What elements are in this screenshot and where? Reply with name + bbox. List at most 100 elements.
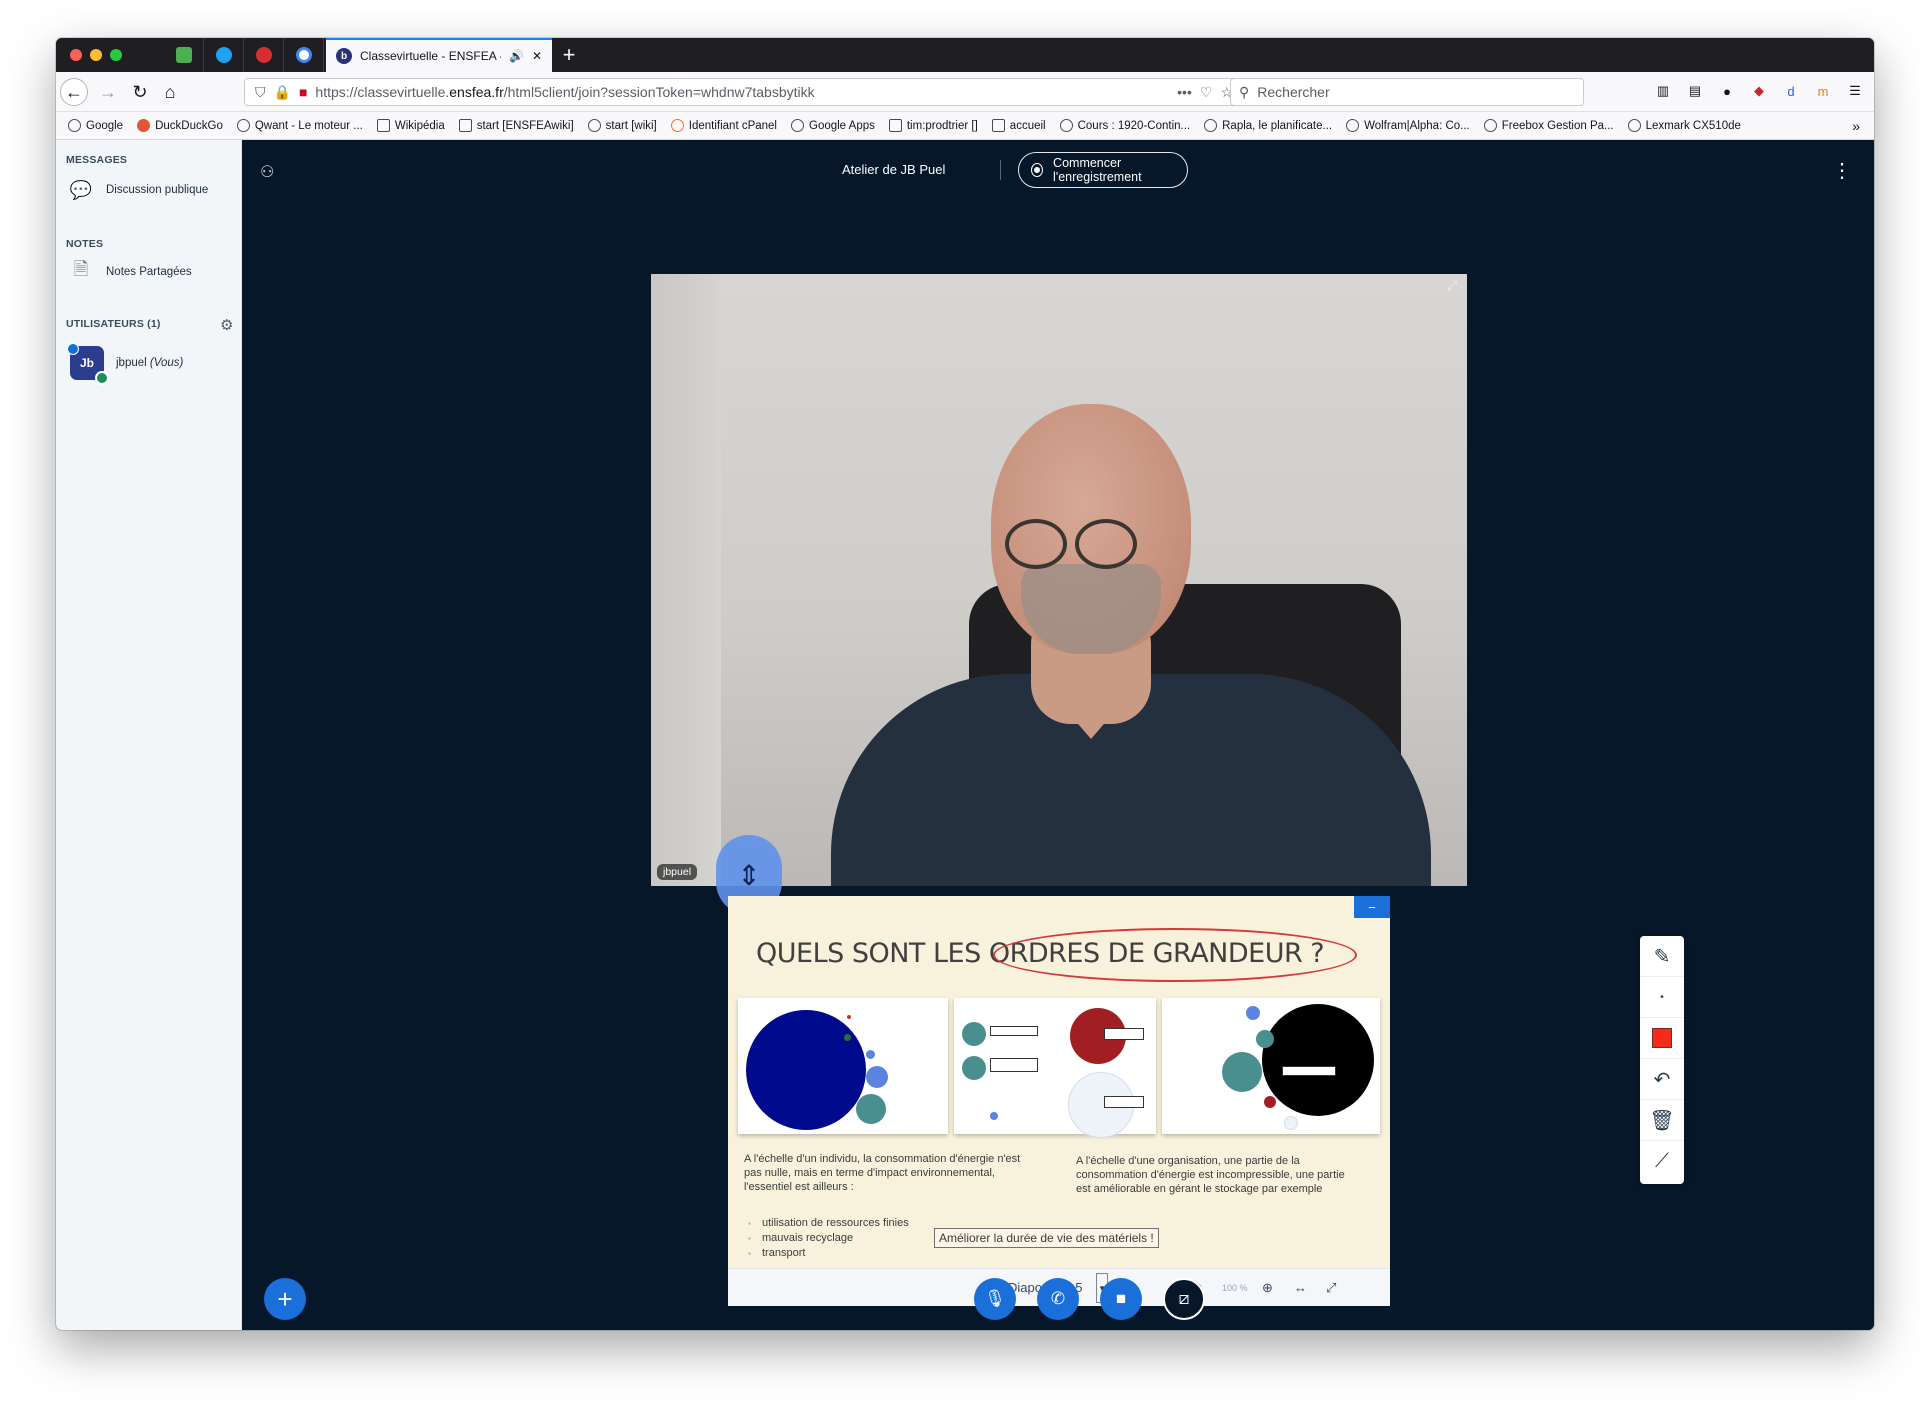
presenter-badge-icon	[67, 343, 79, 355]
bookmark-prodtrier[interactable]: tim:prodtrier []	[888, 119, 978, 132]
bullet-item: mauvais recyclage	[748, 1231, 909, 1246]
globe-icon	[1483, 119, 1497, 132]
search-bar[interactable]: ⚲ Rechercher	[1230, 78, 1584, 106]
screen-share-icon: ⧄	[1178, 1289, 1190, 1308]
bookmark-ensfeawiki[interactable]: start [ENSFEAwiki]	[458, 119, 574, 132]
start-recording-button[interactable]: Commencer l'enregistrement	[1018, 152, 1188, 188]
public-chat-item[interactable]: 💬 Discussion publique	[68, 178, 209, 202]
label-box	[990, 1026, 1038, 1036]
toolbar-extensions: ▥ ▤ ● ◆ d m ☰	[1654, 82, 1864, 100]
bookmark-qwant[interactable]: Qwant - Le moteur ...	[236, 119, 363, 132]
color-picker[interactable]	[1640, 1018, 1684, 1059]
thickness-tool-icon[interactable]: •	[1640, 977, 1684, 1018]
minimize-window-button[interactable]	[90, 49, 102, 61]
voice-status-icon	[95, 371, 109, 385]
bookmark-cours[interactable]: Cours : 1920-Contin...	[1059, 119, 1190, 132]
small-bubble	[1246, 1006, 1260, 1020]
minimize-presentation-button[interactable]: −	[1354, 896, 1390, 918]
new-tab-button[interactable]: +	[556, 42, 582, 68]
url-text[interactable]: https://classevirtuelle.ensfea.fr/html5c…	[315, 84, 1169, 100]
fullscreen-icon[interactable]: ⤢	[1443, 278, 1461, 296]
undo-icon[interactable]: ↶	[1640, 1059, 1684, 1100]
more-options-icon[interactable]: ⋮	[1832, 158, 1852, 183]
home-button[interactable]: ⌂	[156, 78, 184, 106]
tiny-bubble	[847, 1015, 851, 1019]
bookmarks-bar: Google DuckDuckGo Qwant - Le moteur ... …	[56, 112, 1874, 140]
slide[interactable]: QUELS SONT LES ORDRES DE GRANDEUR ? A l'…	[728, 896, 1390, 1268]
zoom-level: 100 %	[1222, 1283, 1248, 1293]
user-list-item[interactable]: Jb jbpuel (Vous)	[67, 343, 183, 385]
screen-share-button[interactable]: ⧄	[1163, 1278, 1205, 1320]
bookmark-cpanel[interactable]: Identifiant cPanel	[670, 119, 777, 132]
page-actions-icon[interactable]: •••	[1177, 84, 1192, 100]
swap-arrows-icon: ⇕	[737, 859, 761, 891]
shared-notes-item[interactable]: 🗎 Notes Partagées	[68, 259, 192, 284]
document-icon: 🗎	[73, 259, 89, 279]
forward-button[interactable]: →	[94, 78, 122, 106]
extension-m-icon[interactable]: m	[1814, 82, 1832, 100]
globe-icon	[1204, 119, 1218, 132]
webcam-video[interactable]: jbpuel ⤢	[651, 274, 1467, 886]
google-icon	[295, 47, 312, 63]
url-bar[interactable]: ⛉ 🔒 ■ https://classevirtuelle.ensfea.fr/…	[244, 78, 1244, 106]
chat-bubble-icon	[255, 47, 272, 63]
tab-classevirtuelle[interactable]: b Classevirtuelle - ENSFEA - A 🔊 ✕	[326, 38, 552, 72]
small-bubble	[866, 1050, 875, 1059]
library-icon[interactable]: ▥	[1654, 82, 1672, 100]
gear-icon[interactable]: ⚙	[220, 316, 233, 334]
actions-plus-button[interactable]: +	[264, 1278, 306, 1320]
black-bubble	[1262, 1004, 1374, 1116]
pinned-tab-google[interactable]	[284, 38, 324, 72]
bookmarks-overflow-icon[interactable]: »	[1852, 118, 1860, 134]
close-tab-icon[interactable]: ✕	[532, 49, 542, 63]
shield-icon[interactable]: ⛉	[255, 84, 266, 101]
fit-width-icon[interactable]: ↔	[1294, 1280, 1307, 1295]
bookmark-wiki[interactable]: start [wiki]	[587, 119, 657, 132]
label-box	[1104, 1096, 1144, 1108]
glasses-left-lens	[1005, 519, 1067, 569]
back-button[interactable]: ←	[60, 78, 88, 106]
zoom-window-button[interactable]	[110, 49, 122, 61]
globe-icon	[1059, 119, 1073, 132]
reload-button[interactable]: ↻	[126, 78, 154, 106]
speaker-icon[interactable]: 🔊	[509, 49, 524, 63]
lock-icon[interactable]: 🔒	[274, 84, 291, 101]
extension-globe-icon[interactable]: ●	[1718, 82, 1736, 100]
bookmark-duckduckgo[interactable]: DuckDuckGo	[137, 119, 223, 132]
pencil-tool-icon[interactable]: ✎	[1640, 936, 1684, 977]
bookmark-wolfram[interactable]: Wolfram|Alpha: Co...	[1346, 119, 1470, 132]
camera-indicator-icon[interactable]: ■	[299, 84, 307, 100]
webcam-button[interactable]: ■	[1100, 1278, 1142, 1320]
globe-icon	[1346, 119, 1360, 132]
bookmark-google-apps[interactable]: Google Apps	[791, 119, 875, 132]
multi-user-whiteboard-icon[interactable]: ⟋	[1640, 1141, 1684, 1182]
slide-right-text: A l'échelle d'une organisation, une part…	[1076, 1155, 1345, 1195]
trash-icon[interactable]: 🗑	[1640, 1100, 1684, 1141]
bookmark-accueil[interactable]: accueil	[991, 119, 1046, 132]
close-window-button[interactable]	[70, 49, 82, 61]
extension-d-icon[interactable]: d	[1782, 82, 1800, 100]
user-list-toggle-icon[interactable]: ⚇	[260, 162, 274, 182]
bookmark-rapla[interactable]: Rapla, le planificate...	[1204, 119, 1332, 132]
pinned-tab-twitter[interactable]	[204, 38, 244, 72]
audio-phone-button[interactable]: ✆	[1037, 1278, 1079, 1320]
bookmark-google[interactable]: Google	[68, 119, 123, 132]
pinned-tab-chat[interactable]	[244, 38, 284, 72]
bookmark-freebox[interactable]: Freebox Gestion Pa...	[1483, 119, 1614, 132]
microphone-button[interactable]: 🎙	[974, 1278, 1016, 1320]
bookmark-wikipedia[interactable]: Wikipédia	[376, 119, 445, 132]
fullscreen-icon[interactable]: ⤢	[1326, 1280, 1336, 1296]
menu-hamburger-icon[interactable]: ☰	[1846, 82, 1864, 100]
ublock-icon[interactable]: ◆	[1750, 82, 1768, 100]
zoom-in-icon[interactable]: ⊕	[1262, 1280, 1273, 1296]
browser-window: b Classevirtuelle - ENSFEA - A 🔊 ✕ + ← →…	[56, 38, 1874, 1330]
sidebar-toggle-icon[interactable]: ▤	[1686, 82, 1704, 100]
medium-bubble	[962, 1056, 986, 1080]
public-chat-label: Discussion publique	[106, 184, 209, 196]
pinned-tab-1[interactable]	[164, 38, 204, 72]
large-bubble	[746, 1010, 866, 1130]
whiteboard-toolbar: ✎ • ↶ 🗑 ⟋	[1640, 936, 1684, 1184]
bookmark-lexmark[interactable]: Lexmark CX510de	[1627, 119, 1741, 132]
pocket-icon[interactable]: ♡	[1200, 84, 1213, 101]
bullet-item: transport	[748, 1246, 909, 1261]
